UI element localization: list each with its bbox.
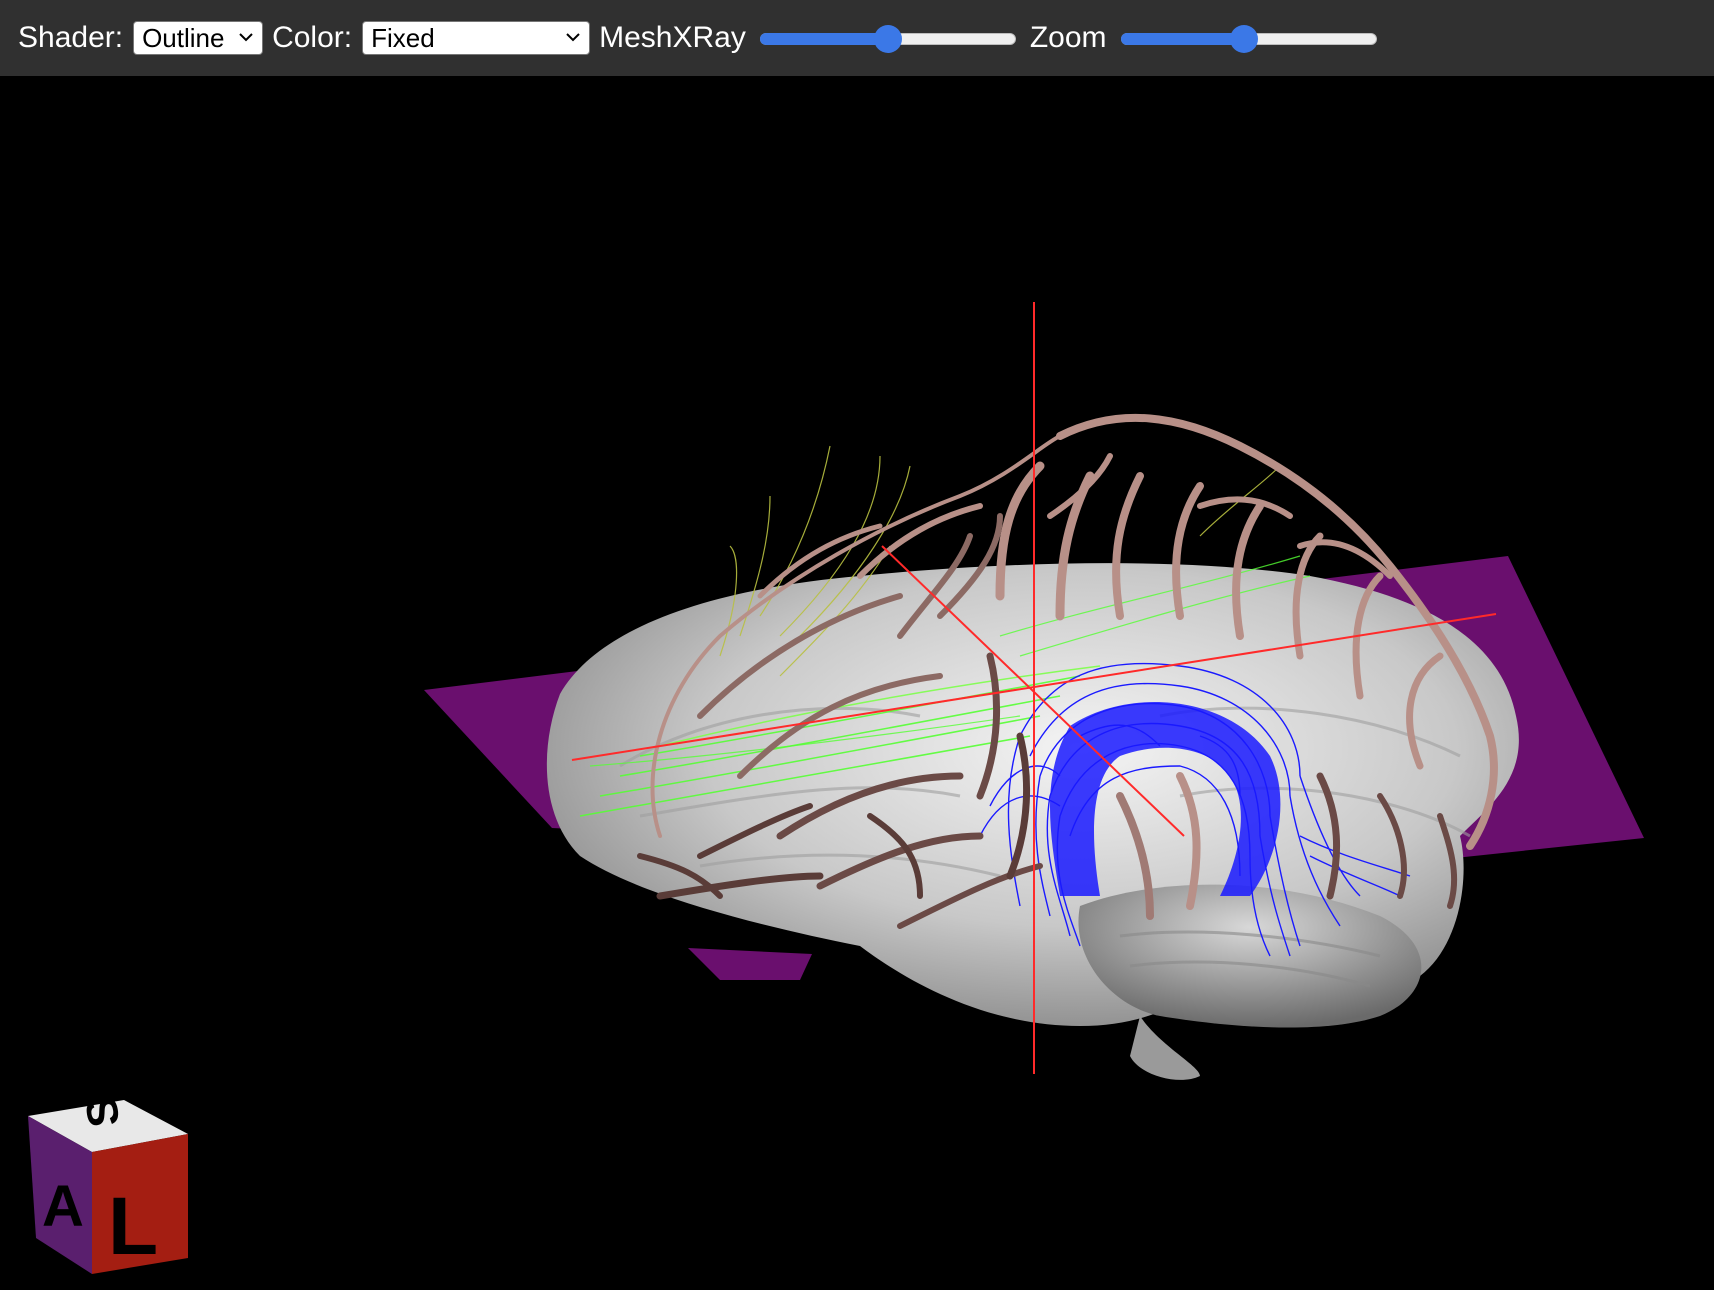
chevron-down-icon (566, 33, 580, 42)
shader-label: Shader: (18, 21, 124, 54)
color-label: Color: (272, 21, 353, 54)
axial-plane-front (688, 948, 812, 980)
cube-front-label: L (108, 1181, 158, 1272)
zoom-slider-fill (1120, 33, 1244, 45)
zoom-slider-thumb[interactable] (1229, 25, 1258, 53)
render-canvas[interactable]: S L A (0, 76, 1714, 1290)
meshxray-slider-thumb[interactable] (873, 25, 902, 53)
zoom-label: Zoom (1029, 21, 1107, 54)
orientation-cube[interactable]: S L A (28, 1093, 188, 1274)
brainstem (1130, 1016, 1200, 1080)
color-select-value: Fixed (371, 23, 435, 53)
cube-side-label: A (42, 1174, 84, 1239)
meshxray-slider[interactable] (759, 23, 1016, 53)
chevron-down-icon (239, 33, 253, 42)
zoom-slider[interactable] (1120, 23, 1377, 53)
color-select[interactable]: Fixed (362, 21, 591, 55)
brain-scene[interactable]: S L A (0, 76, 1714, 1290)
toolbar: Shader: Outline Color: Fixed MeshXRay Zo… (0, 0, 1714, 76)
shader-select[interactable]: Outline (133, 21, 264, 55)
shader-select-value: Outline (142, 23, 225, 53)
meshxray-label: MeshXRay (599, 21, 746, 54)
brain-volume (546, 563, 1519, 1080)
meshxray-slider-fill (759, 33, 888, 45)
